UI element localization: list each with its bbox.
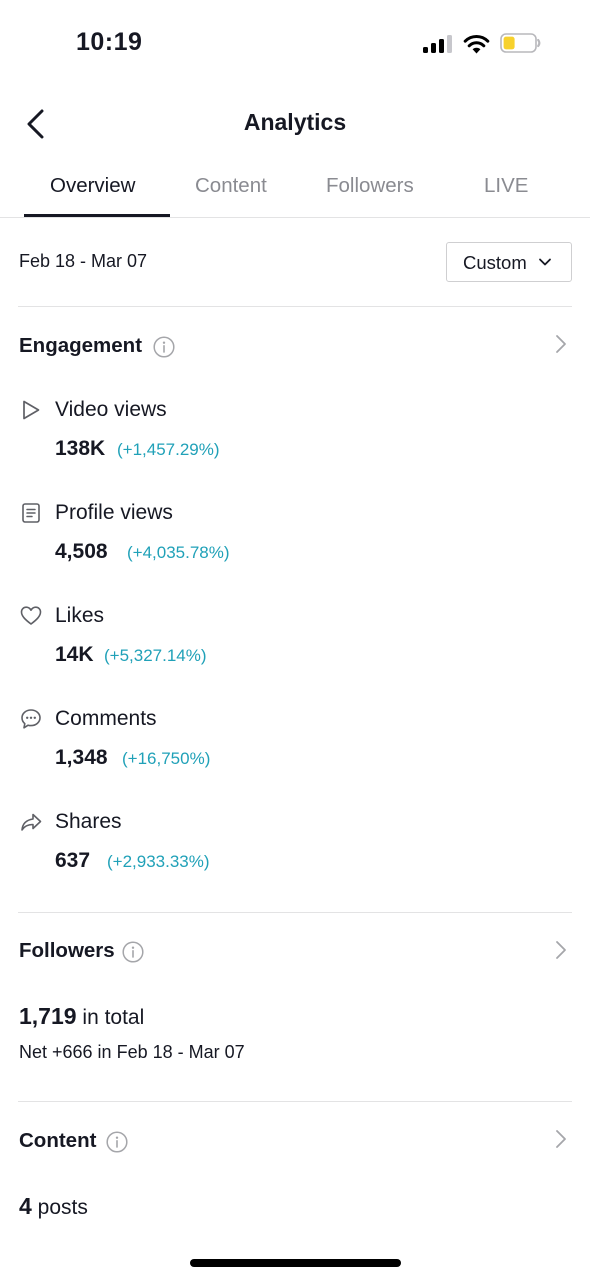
metric-value: 14K bbox=[55, 643, 94, 666]
date-range-dropdown[interactable]: Custom bbox=[446, 242, 572, 282]
followers-total-value: 1,719 bbox=[19, 1003, 77, 1029]
home-indicator[interactable] bbox=[190, 1259, 401, 1267]
profile-card-icon bbox=[22, 503, 40, 523]
info-icon[interactable] bbox=[153, 336, 175, 358]
engagement-chevron-right-icon[interactable] bbox=[554, 333, 568, 355]
date-range-dropdown-label: Custom bbox=[463, 252, 527, 273]
followers-chevron-right-icon[interactable] bbox=[554, 939, 568, 961]
heart-icon bbox=[20, 606, 42, 625]
tab-content[interactable]: Content bbox=[195, 174, 267, 198]
followers-total-suffix: in total bbox=[82, 1006, 145, 1029]
active-tab-indicator bbox=[24, 214, 170, 217]
tab-overview[interactable]: Overview bbox=[50, 174, 135, 198]
nav-header: Analytics bbox=[0, 88, 590, 158]
followers-total: 1,719 in total bbox=[19, 1003, 144, 1030]
page-title: Analytics bbox=[243, 109, 347, 135]
metric-change: (+1,457.29%) bbox=[117, 440, 220, 459]
metric-change: (+16,750%) bbox=[122, 749, 211, 768]
tab-followers[interactable]: Followers bbox=[326, 174, 414, 198]
posts-count-value: 4 bbox=[19, 1193, 32, 1219]
chevron-down-icon bbox=[539, 258, 551, 266]
posts-count-suffix: posts bbox=[37, 1196, 88, 1219]
play-icon bbox=[23, 400, 40, 420]
metric-value: 1,348 bbox=[55, 746, 108, 769]
divider bbox=[18, 1101, 572, 1102]
metric-value: 138K bbox=[55, 437, 106, 460]
comment-icon bbox=[21, 709, 41, 729]
info-icon[interactable] bbox=[122, 941, 144, 963]
metric-value: 637 bbox=[55, 849, 91, 872]
metric-change: (+2,933.33%) bbox=[107, 852, 210, 871]
status-bar: 10:19 bbox=[0, 0, 590, 88]
metric-label: Shares bbox=[55, 810, 122, 833]
date-range-label: Feb 18 - Mar 07 bbox=[19, 251, 148, 271]
metric-change: (+4,035.78%) bbox=[127, 543, 230, 562]
cellular-signal-icon bbox=[423, 35, 453, 53]
battery-icon bbox=[500, 33, 541, 53]
info-icon[interactable] bbox=[106, 1131, 128, 1153]
metric-change: (+5,327.14%) bbox=[104, 646, 207, 665]
followers-net: Net +666 in Feb 18 - Mar 07 bbox=[19, 1042, 245, 1062]
engagement-title: Engagement bbox=[19, 334, 143, 357]
analytics-tabs: Overview Content Followers LIVE bbox=[0, 160, 590, 218]
status-time: 10:19 bbox=[76, 28, 143, 56]
metric-label: Profile views bbox=[55, 501, 173, 524]
metric-value: 4,508 bbox=[55, 540, 108, 563]
metric-label: Likes bbox=[55, 604, 105, 627]
posts-count: 4 posts bbox=[19, 1193, 88, 1220]
metric-label: Video views bbox=[55, 398, 167, 421]
tab-live[interactable]: LIVE bbox=[484, 174, 528, 198]
metric-label: Comments bbox=[55, 707, 157, 730]
content-chevron-right-icon[interactable] bbox=[554, 1128, 568, 1150]
content-title: Content bbox=[19, 1129, 97, 1152]
followers-title: Followers bbox=[19, 939, 115, 962]
share-icon bbox=[21, 813, 42, 831]
divider bbox=[18, 306, 572, 307]
wifi-icon bbox=[463, 35, 490, 54]
divider bbox=[18, 912, 572, 913]
